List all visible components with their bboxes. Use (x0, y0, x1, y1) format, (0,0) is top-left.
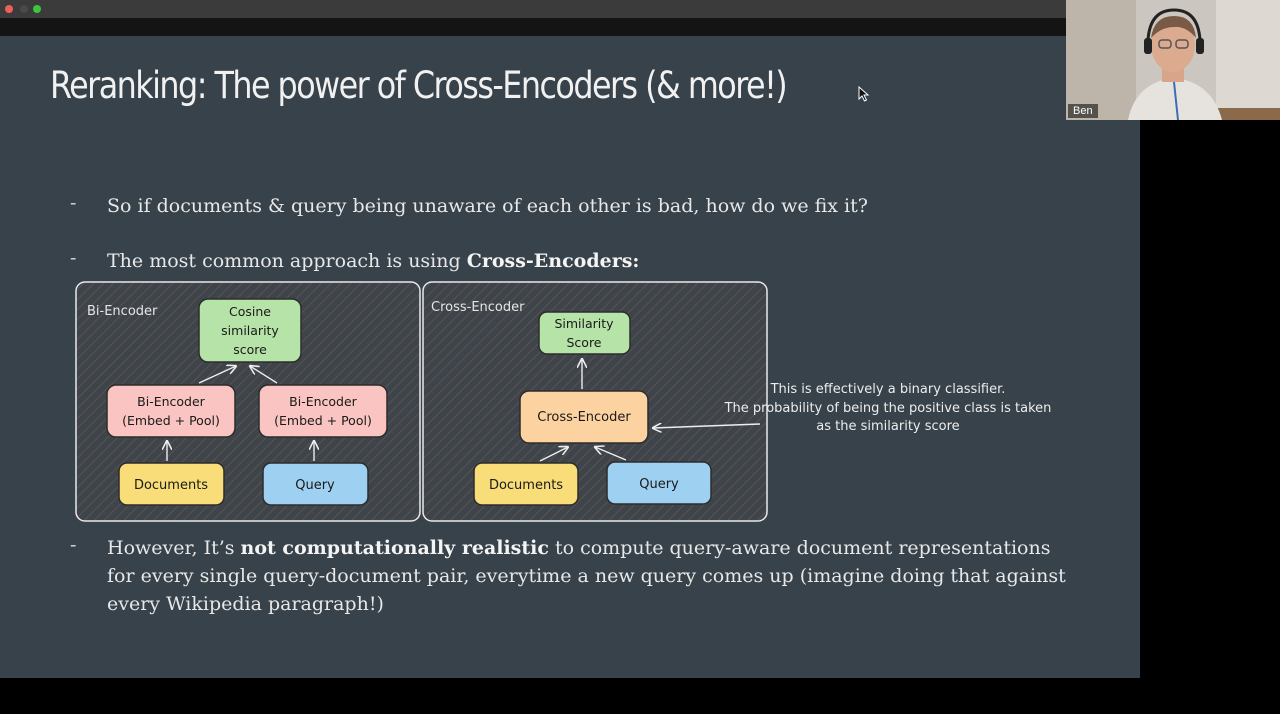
webcam-person-image (1066, 0, 1280, 120)
bullet-2: The most common approach is using Cross-… (107, 247, 1057, 275)
bullet-dash: - (70, 534, 77, 556)
toolbar-band (0, 18, 1066, 36)
bullet-1-text: So if documents & query being unaware of… (107, 195, 868, 217)
bullet-dash: - (70, 247, 77, 269)
maximize-window-button[interactable] (33, 5, 41, 13)
bullet-3: However, It’s not computationally realis… (107, 534, 1077, 618)
slide-title: Reranking: The power of Cross-Encoders (… (50, 64, 788, 107)
window-titlebar (0, 0, 1066, 18)
bullet-dash: - (70, 192, 77, 214)
webcam-video[interactable]: Ben (1066, 0, 1280, 120)
minimize-window-button[interactable] (20, 5, 28, 13)
participant-name-label: Ben (1068, 104, 1098, 118)
bullet-1: So if documents & query being unaware of… (107, 192, 1057, 220)
mouse-cursor-icon (858, 86, 870, 102)
bullet-3-bold: not computationally realistic (240, 537, 549, 559)
bullet-2-bold: Cross-Encoders: (466, 250, 640, 272)
bullet-3-prefix: However, It’s (107, 537, 241, 559)
bullet-2-prefix: The most common approach is using (107, 250, 467, 272)
close-window-button[interactable] (5, 5, 13, 13)
